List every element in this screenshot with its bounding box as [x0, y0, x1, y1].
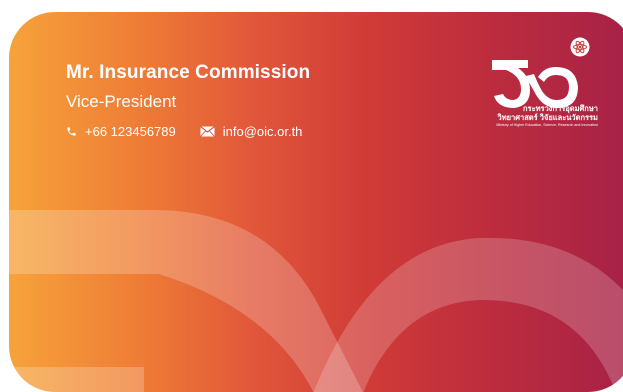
phone-icon: [67, 126, 76, 136]
phone-contact[interactable]: +66 123456789: [66, 124, 176, 139]
logo-g-letter: [492, 60, 530, 108]
logo-caption-line2: วิทยาศาสตร์ วิจัยและนวัตกรรม: [497, 113, 598, 122]
contact-info: +66 123456789 info@oic.or.th: [66, 123, 302, 139]
logo-o-letter: [526, 67, 578, 108]
phone-number: +66 123456789: [85, 123, 176, 139]
decor-g-shape: [9, 210, 363, 392]
decor-g-bar: [9, 367, 144, 392]
person-name: Mr. Insurance Commission: [66, 62, 311, 83]
logo-caption-line1: กระทรวงการอุดมศึกษา: [523, 104, 598, 113]
atom-icon: [570, 37, 590, 57]
mail-icon: [199, 125, 215, 137]
email-contact[interactable]: info@oic.or.th: [199, 123, 303, 139]
decor-o-shape: [313, 237, 623, 392]
logo-caption-english: Ministry of Higher Education, Science, R…: [496, 123, 598, 127]
job-title: Vice-President: [66, 92, 177, 111]
logo-caption: กระทรวงการอุดมศึกษา วิทยาศาสตร์ วิจัยและ…: [488, 104, 598, 128]
email-address: info@oic.or.th: [222, 123, 303, 139]
